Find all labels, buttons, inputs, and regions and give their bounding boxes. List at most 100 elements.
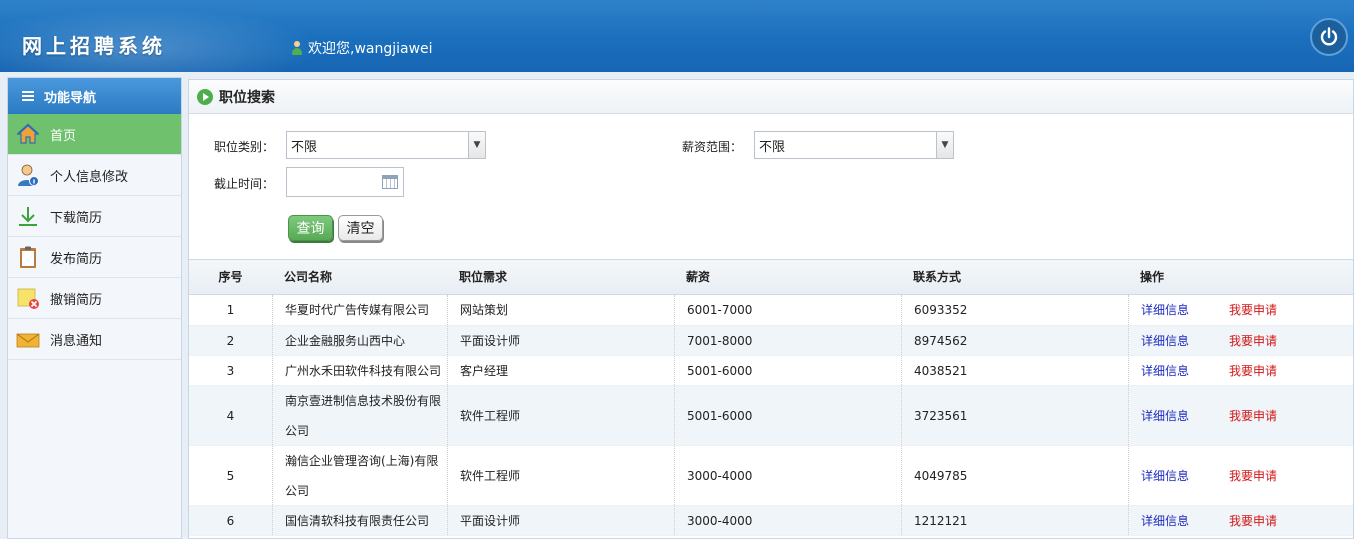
apply-link[interactable]: 我要申请: [1229, 401, 1277, 431]
row-number: 5: [226, 468, 235, 483]
salary: 5001-6000: [674, 356, 901, 385]
salary: 5001-6000: [674, 386, 901, 445]
table-header: 序号 公司名称 职位需求 薪资 联系方式 操作: [189, 259, 1353, 295]
sidebar-item-label: 发布简历: [50, 251, 103, 267]
logout-button[interactable]: [1310, 18, 1348, 56]
query-button[interactable]: 查询: [288, 215, 333, 241]
deadline-date-input[interactable]: [286, 167, 404, 197]
apply-link[interactable]: 我要申请: [1229, 356, 1277, 386]
detail-link[interactable]: 详细信息: [1141, 326, 1189, 356]
apply-link[interactable]: 我要申请: [1229, 506, 1277, 536]
position: 网站策划: [447, 295, 674, 325]
header-cell: 联系方式: [913, 270, 962, 284]
salary-label: 薪资范围：: [682, 140, 743, 154]
row-actions: 详细信息 我要申请: [1128, 356, 1353, 385]
detail-link[interactable]: 详细信息: [1141, 356, 1189, 386]
position: 平面设计师: [447, 506, 674, 535]
sidebar-item-home[interactable]: 首页: [8, 114, 181, 155]
row-number: 4: [226, 408, 235, 423]
salary: 3000-4000: [674, 506, 901, 535]
results-table: 序号 公司名称 职位需求 薪资 联系方式 操作 1 华夏时代广告传媒有限公司 网…: [189, 259, 1353, 536]
row-actions: 详细信息 我要申请: [1128, 386, 1353, 445]
user-icon: [290, 41, 304, 55]
clear-button[interactable]: 清空: [338, 215, 383, 241]
salary: 7001-8000: [674, 326, 901, 355]
main-panel: 职位搜索 职位类别： 不限 ▼ 薪资范围： 不限 ▼ 截止时间： 查询 清空 序…: [188, 79, 1354, 539]
company-name: 南京壹进制信息技术股份有限公司: [272, 386, 447, 445]
user-info-icon: [16, 163, 40, 187]
sidebar-item-label: 个人信息修改: [50, 169, 129, 185]
row-actions: 详细信息 我要申请: [1128, 326, 1353, 355]
table-row: 2 企业金融服务山西中心 平面设计师 7001-8000 8974562 详细信…: [189, 326, 1353, 356]
sidebar: 功能导航 首页 个人信息修改 下载简历 发布简历 撤销简历 消息通知: [7, 77, 182, 539]
company-name: 广州水禾田软件科技有限公司: [272, 356, 447, 385]
sidebar-item-label: 撤销简历: [50, 292, 103, 308]
apply-link[interactable]: 我要申请: [1229, 326, 1277, 356]
company-name: 瀚信企业管理咨询(上海)有限公司: [272, 446, 447, 505]
contact: 1212121: [901, 506, 1128, 535]
salary-select[interactable]: 不限 ▼: [754, 131, 954, 159]
home-icon: [16, 122, 40, 146]
category-label: 职位类别：: [214, 140, 275, 154]
contact: 4038521: [901, 356, 1128, 385]
row-actions: 详细信息 我要申请: [1128, 446, 1353, 505]
power-icon: [1320, 27, 1338, 46]
detail-link[interactable]: 详细信息: [1141, 461, 1189, 491]
salary: 3000-4000: [674, 446, 901, 505]
salary: 6001-7000: [674, 295, 901, 325]
panel-header: 职位搜索: [189, 80, 1353, 114]
contact: 3723561: [901, 386, 1128, 445]
detail-link[interactable]: 详细信息: [1141, 295, 1189, 325]
table-row: 4 南京壹进制信息技术股份有限公司 软件工程师 5001-6000 372356…: [189, 386, 1353, 446]
welcome-text: 欢迎您,wangjiawei: [308, 41, 433, 57]
sidebar-item-label: 消息通知: [50, 333, 103, 349]
position: 软件工程师: [447, 386, 674, 445]
note-delete-icon: [16, 286, 40, 310]
envelope-icon: [16, 327, 40, 351]
chevron-down-icon: ▼: [936, 132, 953, 158]
contact: 8974562: [901, 326, 1128, 355]
row-actions: 详细信息 我要申请: [1128, 506, 1353, 535]
detail-link[interactable]: 详细信息: [1141, 506, 1189, 536]
contact: 4049785: [901, 446, 1128, 505]
header-cell: 公司名称: [284, 270, 333, 284]
category-select[interactable]: 不限 ▼: [286, 131, 486, 159]
play-circle-icon: [197, 88, 213, 105]
welcome-message: 欢迎您,wangjiawei: [290, 38, 433, 58]
table-row: 3 广州水禾田软件科技有限公司 客户经理 5001-6000 4038521 详…: [189, 356, 1353, 386]
category-select-value: 不限: [291, 139, 318, 155]
position: 软件工程师: [447, 446, 674, 505]
company-name: 国信清软科技有限责任公司: [272, 506, 447, 535]
header-cell: 操作: [1140, 270, 1165, 284]
table-row: 6 国信清软科技有限责任公司 平面设计师 3000-4000 1212121 详…: [189, 506, 1353, 536]
sidebar-item-notifications[interactable]: 消息通知: [8, 319, 181, 360]
sidebar-item-label: 下载简历: [50, 210, 103, 226]
sidebar-item-publish-resume[interactable]: 发布简历: [8, 237, 181, 278]
row-number: 3: [226, 363, 235, 378]
sidebar-item-profile-edit[interactable]: 个人信息修改: [8, 155, 181, 196]
header-cell: 序号: [218, 270, 243, 284]
panel-title: 职位搜索: [219, 89, 275, 106]
sidebar-title: 功能导航: [44, 90, 97, 106]
header-cell: 职位需求: [459, 270, 508, 284]
row-number: 1: [226, 303, 235, 317]
header-cell: 薪资: [686, 270, 711, 284]
deadline-label: 截止时间：: [214, 177, 275, 191]
position: 客户经理: [447, 356, 674, 385]
list-icon: [22, 91, 34, 101]
table-row: 5 瀚信企业管理咨询(上海)有限公司 软件工程师 3000-4000 40497…: [189, 446, 1353, 506]
row-number: 6: [226, 513, 235, 528]
apply-link[interactable]: 我要申请: [1229, 461, 1277, 491]
chevron-down-icon: ▼: [468, 132, 485, 158]
download-icon: [16, 204, 40, 228]
position: 平面设计师: [447, 326, 674, 355]
calendar-icon[interactable]: [382, 175, 398, 189]
app-title: 网上招聘系统: [22, 34, 166, 58]
detail-link[interactable]: 详细信息: [1141, 401, 1189, 431]
sidebar-item-revoke-resume[interactable]: 撤销简历: [8, 278, 181, 319]
apply-link[interactable]: 我要申请: [1229, 295, 1277, 325]
app-header: 网上招聘系统 欢迎您,wangjiawei: [0, 0, 1354, 72]
sidebar-item-download-resume[interactable]: 下载简历: [8, 196, 181, 237]
contact: 6093352: [901, 295, 1128, 325]
company-name: 企业金融服务山西中心: [272, 326, 447, 355]
